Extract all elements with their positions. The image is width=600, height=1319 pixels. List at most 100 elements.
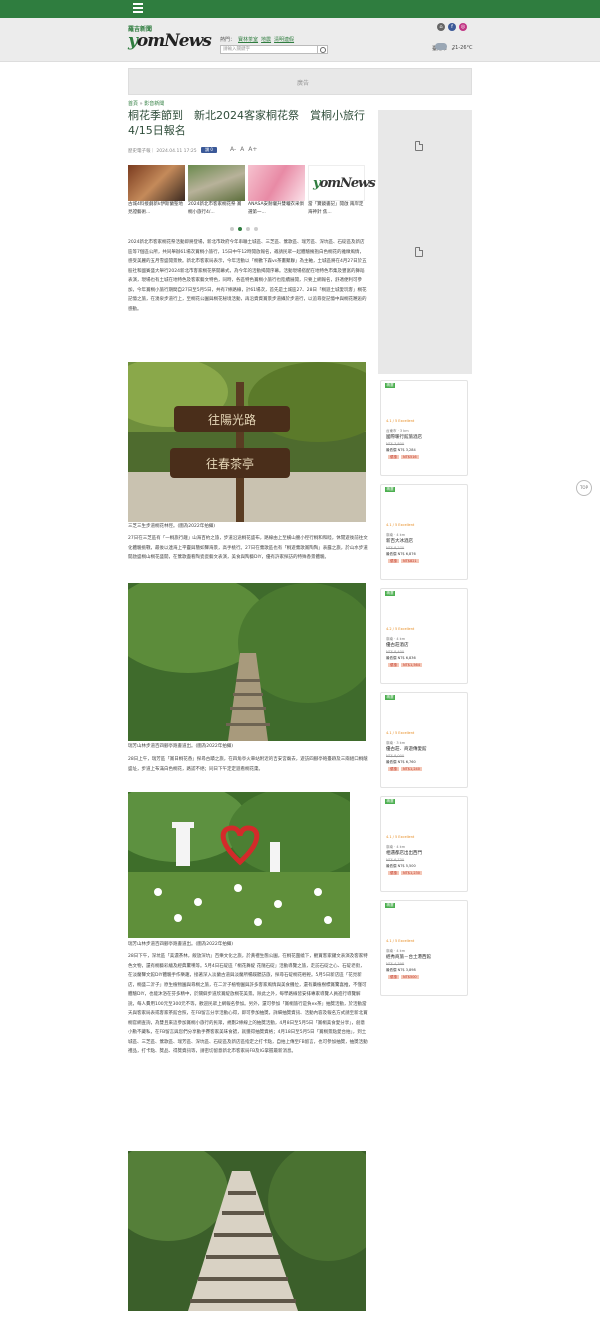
menu-icon[interactable] bbox=[133, 3, 143, 15]
svg-text:往陽光路: 往陽光路 bbox=[208, 412, 256, 427]
hotel-deal: 優惠 NT$500 bbox=[386, 975, 419, 980]
svg-text:往春茶亭: 往春茶亭 bbox=[206, 456, 254, 471]
carousel-dots[interactable] bbox=[230, 226, 260, 232]
hotel-deal: 優惠 NT$821 bbox=[386, 559, 419, 564]
hotel-name: 相遇都店出出西門 bbox=[386, 851, 422, 856]
hotel-original-price: NT$ 6,730 bbox=[386, 858, 405, 862]
hot-link[interactable]: 清明連假 bbox=[274, 37, 294, 43]
deal-label: 優惠 bbox=[388, 767, 399, 771]
hotel-name: 經秀商旅－台土港西館 bbox=[386, 955, 431, 960]
hotel-rating: 4.1 / 5 Excellent bbox=[386, 731, 415, 735]
hotel-original-price: NT$ 3,800 bbox=[386, 442, 405, 446]
related-article[interactable]: 2024新北市客家桐花祭 賞桐小旅行4/... bbox=[188, 165, 245, 217]
hotel-card[interactable]: 精選 4.1 / 5 Excellent 臺南 · 4 km 新百大冰酒店 NT$ 8,… bbox=[380, 484, 468, 580]
ad-label: 廣告 bbox=[297, 80, 310, 87]
hotel-card[interactable]: 精選 4.1 / 5 Excellent 臺南 · 4 km 相遇都店出出西門 NT$ … bbox=[380, 796, 468, 892]
font-normal-button[interactable]: A bbox=[240, 146, 244, 153]
hotel-rating: 4.1 / 5 Excellent bbox=[386, 939, 415, 943]
hotel-name: 國際暖行館旅酒店 bbox=[386, 435, 422, 440]
hotel-original-price: NT$ 8,000 bbox=[386, 754, 405, 758]
breadcrumb: 首頁 » 影音新聞 bbox=[128, 101, 165, 107]
hotel-price: 最低價 NT$ 6,760 bbox=[386, 760, 416, 764]
hotel-deal: 優惠 NT$1,564 bbox=[386, 663, 423, 668]
hotel-card[interactable]: 精選 4.1 / 5 Excellent 台東市 · 3 km 國際暖行館旅酒店 NT$… bbox=[380, 380, 468, 476]
hot-topics: 熱門： 寶林茶室 地震 清明連假 bbox=[220, 37, 295, 43]
deal-label: 優惠 bbox=[388, 455, 399, 459]
home-icon[interactable]: ⌂ bbox=[437, 23, 445, 31]
search-icon[interactable] bbox=[318, 45, 328, 54]
hotel-card[interactable]: 精選 4.1 / 5 Excellent 臺南 · 4 km 經秀商旅－台土港西館 NT… bbox=[380, 900, 468, 996]
deal-label: 優惠 bbox=[388, 975, 399, 979]
related-article[interactable]: 古城4料接劇新k伊斯蘭聖地 見證藝術... bbox=[128, 165, 185, 217]
related-article[interactable]: yomNews 當「寶鏡書記」開啟 兩岸定海神針 焦... bbox=[308, 165, 376, 217]
related-thumbnail: yomNews bbox=[308, 165, 376, 201]
site-logo[interactable]: 羅吉新聞 yomNews bbox=[128, 24, 212, 54]
sidebar-ad[interactable] bbox=[378, 110, 472, 374]
hotel-original-price: NT$ 8,270 bbox=[386, 546, 405, 550]
hotel-tag: 精選 bbox=[385, 383, 395, 388]
temperature: 21-26°C bbox=[452, 45, 473, 51]
facebook-like-button[interactable]: 讚 0 bbox=[201, 147, 217, 153]
deal-label: 優惠 bbox=[388, 663, 399, 667]
deal-label: 優惠 bbox=[388, 871, 399, 875]
deal-amount: NT$1,230 bbox=[401, 871, 423, 875]
related-article[interactable]: ANASA安耐曬升雙曬衣采俱選第一... bbox=[248, 165, 305, 217]
document-icon bbox=[415, 247, 423, 257]
deal-amount: NT$516 bbox=[401, 455, 419, 459]
top-ad-banner[interactable]: 廣告 bbox=[128, 68, 472, 95]
hotel-tag: 精選 bbox=[385, 799, 395, 804]
hotel-rating: 4.1 / 5 Excellent bbox=[386, 835, 415, 839]
photo-caption: 瑞芳山林步道百四腳亭跑書道出。(圖為2022年拍攝) bbox=[128, 942, 233, 947]
article-paragraph: 2024新北市客家桐花祭活動即將登場，新北市政府今年串聯土城區、三芝區、鶯歌區、… bbox=[128, 240, 367, 312]
deal-amount: NT$821 bbox=[401, 559, 419, 563]
search-input[interactable]: 請輸入關鍵字 bbox=[220, 45, 318, 54]
hotel-price: 最低價 NT$ 3,284 bbox=[386, 448, 416, 452]
hotel-original-price: NT$ 4,398 bbox=[386, 962, 405, 966]
hotel-rating: 4.1 / 5 Excellent bbox=[386, 523, 415, 527]
hotel-name: 優古莊酒店 bbox=[386, 643, 409, 648]
font-size-controls: A- A A+ bbox=[230, 146, 261, 153]
breadcrumb-section[interactable]: 影音新聞 bbox=[144, 101, 164, 107]
photo-caption: 三芝三生步道桐花林徑。(圖為2022年拍攝) bbox=[128, 524, 215, 529]
article-photo bbox=[128, 1151, 366, 1311]
hot-link[interactable]: 地震 bbox=[261, 37, 271, 43]
hotel-rating: 4.2 / 5 Excellent bbox=[386, 627, 415, 631]
article-title: 桐花季節到 新北2024客家桐花祭 賞桐小旅行4/15日報名 bbox=[128, 109, 365, 137]
article-paragraph: 28日上午，瑞芳區「賞日桐花香」探尋古蹟之旅，在四角亭火車站附近的吉安宮廟去，遊… bbox=[128, 757, 368, 772]
facebook-icon[interactable]: f bbox=[448, 23, 456, 31]
hotel-card[interactable]: 精選 4.2 / 5 Excellent 臺南 · 4 km 優古莊酒店 NT$ 8,4… bbox=[380, 588, 468, 684]
top-nav-bar bbox=[0, 0, 600, 18]
logo-wordmark: yomNews bbox=[128, 31, 212, 51]
related-thumbnail bbox=[188, 165, 245, 201]
instagram-icon[interactable]: ◎ bbox=[459, 23, 467, 31]
document-icon bbox=[415, 141, 423, 151]
deal-amount: NT$500 bbox=[401, 975, 419, 979]
hotel-tag: 精選 bbox=[385, 591, 395, 596]
hotel-deal: 優惠 NT$516 bbox=[386, 455, 419, 460]
hotel-price: 最低價 NT$ 6,876 bbox=[386, 552, 416, 556]
cloud-icon bbox=[435, 43, 447, 50]
hotel-name: 優古莊．商遊傳愛館 bbox=[386, 747, 427, 752]
font-larger-button[interactable]: A+ bbox=[248, 146, 257, 153]
font-smaller-button[interactable]: A- bbox=[230, 146, 236, 153]
hotel-rating: 4.1 / 5 Excellent bbox=[386, 419, 415, 423]
hotel-card[interactable]: 精選 4.1 / 5 Excellent 臺南 · 3 km 優古莊．商遊傳愛館 NT$… bbox=[380, 692, 468, 788]
hotel-price: 最低價 NT$ 6,836 bbox=[386, 656, 416, 660]
photo-caption: 瑞芳山林步道百四腳亭跑書道出。(圖為2022年拍攝) bbox=[128, 744, 233, 749]
hotel-tag: 精選 bbox=[385, 487, 395, 492]
hot-link[interactable]: 寶林茶室 bbox=[238, 37, 258, 43]
hotel-tag: 精選 bbox=[385, 903, 395, 908]
article-photo: 往陽光路 往春茶亭 bbox=[128, 362, 366, 522]
hotel-price: 最低價 NT$ 3,898 bbox=[386, 968, 416, 972]
hotel-name: 新百大冰酒店 bbox=[386, 539, 413, 544]
related-thumbnail bbox=[128, 165, 185, 201]
article-meta: 歷史電子報｜ 2024.04.11 17:25 bbox=[128, 149, 197, 154]
related-thumbnail bbox=[248, 165, 305, 201]
deal-label: 優惠 bbox=[388, 559, 399, 563]
hotel-price: 最低價 NT$ 5,500 bbox=[386, 864, 416, 868]
go-top-button[interactable]: TOP bbox=[576, 480, 592, 496]
hotel-original-price: NT$ 8,400 bbox=[386, 650, 405, 654]
deal-amount: NT$1,564 bbox=[401, 663, 423, 667]
article-paragraph: 27日在三芝區有「一桐旅行趣」山海百約之旅，步道沿途桐花盛布，路線由上至橫山腰小… bbox=[128, 536, 368, 560]
breadcrumb-home[interactable]: 首頁 bbox=[128, 101, 138, 107]
